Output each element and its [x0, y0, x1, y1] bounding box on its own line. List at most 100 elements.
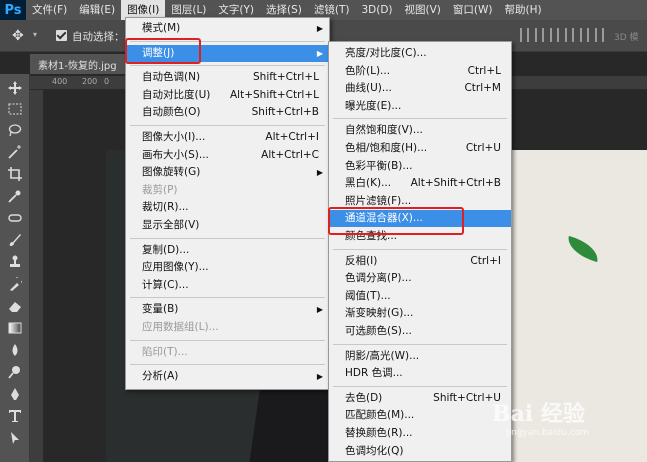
menu-item-陷印: 陷印(T)... [126, 344, 329, 361]
menu-item-亮度/对比度[interactable]: 亮度/对比度(C)... [329, 45, 511, 62]
menu-item-自然饱和度[interactable]: 自然饱和度(V)... [329, 122, 511, 139]
menu-item-曝光度[interactable]: 曝光度(E)... [329, 98, 511, 115]
gradient-tool-icon[interactable] [7, 320, 23, 336]
menu-item-复制[interactable]: 复制(D)... [126, 242, 329, 259]
type-tool-icon[interactable] [7, 408, 23, 424]
menu-separator [333, 248, 507, 250]
menu-item-自动颜色[interactable]: 自动颜色(O) Shift+Ctrl+B [126, 104, 329, 121]
menu-item-分析[interactable]: 分析(A) ▶ [126, 368, 329, 385]
menu-item-label: 复制(D)... [142, 243, 190, 256]
menu-item-色阶[interactable]: 色阶(L)... Ctrl+L [329, 63, 511, 80]
menu-separator [130, 40, 325, 42]
menu-item-计算[interactable]: 计算(C)... [126, 277, 329, 294]
menu-item-label: 通道混合器(X)... [345, 212, 423, 225]
menu-3d[interactable]: 3D(D) [355, 0, 398, 20]
menu-item-图像大小[interactable]: 图像大小(I)... Alt+Ctrl+I [126, 129, 329, 146]
menu-item-调整[interactable]: 调整(J) ▶ [126, 44, 329, 62]
document-tab[interactable]: 素材1-恢复的.jpg [30, 54, 130, 74]
menu-item-label: 阴影/高光(W)... [345, 349, 420, 362]
align-icon[interactable] [580, 28, 589, 42]
align-icon[interactable] [520, 28, 529, 42]
menu-file[interactable]: 文件(F) [26, 0, 73, 20]
menu-item-裁切[interactable]: 裁切(R)... [126, 199, 329, 216]
menu-item-黑白[interactable]: 黑白(K)... Alt+Shift+Ctrl+B [329, 175, 511, 192]
menu-item-label: 裁剪(P) [142, 183, 178, 196]
eyedropper-tool-icon[interactable] [7, 188, 23, 204]
menu-window[interactable]: 窗口(W) [447, 0, 499, 20]
menu-item-label: 亮度/对比度(C)... [345, 47, 427, 59]
menu-item-shortcut: Ctrl+L [467, 64, 501, 77]
align-icon[interactable] [550, 28, 559, 42]
marquee-tool-icon[interactable] [7, 101, 23, 117]
move-tool-icon[interactable] [7, 80, 23, 96]
brush-tool-icon[interactable] [7, 232, 23, 248]
pen-tool-icon[interactable] [7, 386, 23, 402]
menu-item-label: HDR 色调... [345, 367, 403, 380]
menu-item-阴影/高光[interactable]: 阴影/高光(W)... [329, 348, 511, 365]
menu-item-应用图像[interactable]: 应用图像(Y)... [126, 259, 329, 276]
move-tool-icon[interactable]: ✥ [12, 28, 28, 44]
menu-item-模式[interactable]: 模式(M) ▶ [126, 20, 329, 37]
menu-item-反相[interactable]: 反相(I) Ctrl+I [329, 253, 511, 270]
menu-item-label: 模式(M) [142, 22, 181, 34]
menu-item-label: 图像旋转(G) [142, 166, 201, 179]
crop-tool-icon[interactable] [7, 166, 23, 182]
lasso-tool-icon[interactable] [7, 122, 23, 138]
magic-wand-tool-icon[interactable] [7, 144, 23, 160]
menu-help[interactable]: 帮助(H) [499, 0, 548, 20]
watermark-logo: Bai 经验 [492, 401, 585, 427]
align-icon[interactable] [535, 28, 544, 42]
auto-select-checkbox[interactable] [56, 30, 67, 41]
menu-edit[interactable]: 编辑(E) [73, 0, 121, 20]
menu-item-label: 应用数据组(L)... [142, 321, 219, 333]
submenu-arrow-icon: ▶ [316, 24, 323, 33]
menu-item-label: 曲线(U)... [345, 82, 392, 95]
menu-item-阈值[interactable]: 阈值(T)... [329, 288, 511, 305]
align-distribute-icons[interactable] [520, 28, 604, 42]
path-selection-tool-icon[interactable] [7, 430, 23, 446]
menu-item-label: 裁切(R)... [142, 201, 189, 214]
menu-item-图像旋转[interactable]: 图像旋转(G) ▶ [126, 164, 329, 181]
history-brush-tool-icon[interactable] [7, 276, 23, 292]
menu-item-色调分离[interactable]: 色调分离(P)... [329, 270, 511, 287]
menu-item-label: 颜色查找... [345, 230, 398, 242]
menu-item-色相/饱和度[interactable]: 色相/饱和度(H)... Ctrl+U [329, 140, 511, 157]
menu-item-shortcut: Shift+Ctrl+B [251, 106, 319, 119]
menu-item-变量[interactable]: 变量(B) ▶ [126, 301, 329, 318]
menu-item-shortcut: Ctrl+I [470, 254, 501, 267]
menu-item-label: 黑白(K)... [345, 177, 392, 190]
menu-item-自动对比度[interactable]: 自动对比度(U) Alt+Shift+Ctrl+L [126, 87, 329, 104]
menu-item-渐变映射[interactable]: 渐变映射(G)... [329, 305, 511, 322]
menu-item-可选颜色[interactable]: 可选颜色(S)... [329, 323, 511, 340]
menu-item-label: 曝光度(E)... [345, 99, 402, 112]
menu-item-画布大小[interactable]: 画布大小(S)... Alt+Ctrl+C [126, 147, 329, 164]
healing-brush-tool-icon[interactable] [7, 210, 23, 226]
menu-item-曲线[interactable]: 曲线(U)... Ctrl+M [329, 80, 511, 97]
stamp-tool-icon[interactable] [7, 254, 23, 270]
menu-separator [333, 118, 507, 120]
menu-item-label: 自然饱和度(V)... [345, 124, 423, 137]
eraser-tool-icon[interactable] [7, 298, 23, 314]
menu-item-照片滤镜[interactable]: 照片滤镜(F)... [329, 193, 511, 210]
menu-item-自动色调[interactable]: 自动色调(N) Shift+Ctrl+L [126, 69, 329, 86]
menu-item-label: 色彩平衡(B)... [345, 159, 413, 172]
menu-item-显示全部[interactable]: 显示全部(V) [126, 217, 329, 234]
baidu-watermark: Bai 经验 jingyan.baidu.com [484, 382, 644, 452]
chevron-down-icon[interactable]: ▾ [33, 30, 37, 39]
menu-item-shortcut: Ctrl+U [465, 142, 501, 154]
menu-item-颜色查找[interactable]: 颜色查找... [329, 228, 511, 245]
align-icon[interactable] [595, 28, 604, 42]
menu-item-通道混合器[interactable]: 通道混合器(X)... [329, 210, 511, 228]
menu-item-HDR 色调[interactable]: HDR 色调... [329, 365, 511, 382]
watermark-url: jingyan.baidu.com [506, 428, 590, 438]
menu-item-label: 反相(I) [345, 254, 378, 267]
menu-item-label: 调整(J) [142, 46, 175, 59]
align-icon[interactable] [565, 28, 574, 42]
blur-tool-icon[interactable] [7, 342, 23, 358]
photoshop-logo: Ps [0, 0, 26, 20]
submenu-arrow-icon: ▶ [316, 372, 323, 382]
menu-separator [130, 297, 325, 299]
menu-item-色彩平衡[interactable]: 色彩平衡(B)... [329, 158, 511, 175]
menu-view[interactable]: 视图(V) [399, 0, 447, 20]
dodge-tool-icon[interactable] [7, 364, 23, 380]
